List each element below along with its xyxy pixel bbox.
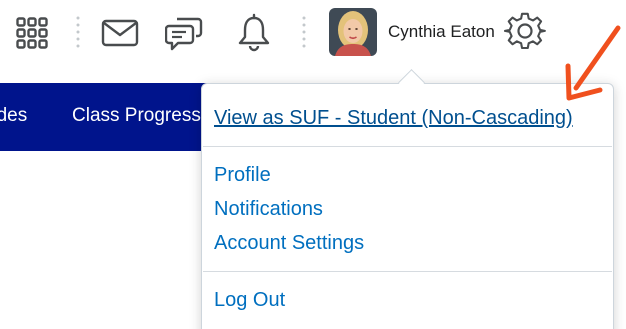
menu-divider xyxy=(203,146,612,147)
top-header: Cynthia Eaton xyxy=(0,0,626,70)
avatar[interactable] xyxy=(329,8,377,56)
notifications-link[interactable]: Notifications xyxy=(214,198,323,221)
view-as-link[interactable]: View as SUF - Student (Non-Cascading) xyxy=(214,107,573,130)
account-settings-link[interactable]: Account Settings xyxy=(214,232,364,255)
bell-icon[interactable] xyxy=(237,12,271,52)
menu-divider xyxy=(203,271,612,272)
course-navbar: ades Class Progress xyxy=(0,83,212,151)
user-dropdown-menu: View as SUF - Student (Non-Cascading) Pr… xyxy=(201,83,614,329)
nav-item-grades[interactable]: ades xyxy=(0,105,27,127)
annotation-arrow-icon xyxy=(560,22,624,104)
user-name[interactable]: Cynthia Eaton xyxy=(388,22,495,42)
chat-icon[interactable] xyxy=(165,15,203,51)
nav-item-class-progress[interactable]: Class Progress xyxy=(72,105,201,127)
logout-link[interactable]: Log Out xyxy=(214,289,285,312)
page: Cynthia Eaton ades Class Progress View a… xyxy=(0,0,626,329)
mail-icon[interactable] xyxy=(101,18,139,48)
header-separator xyxy=(302,15,306,51)
apps-grid-icon[interactable] xyxy=(16,17,48,49)
gear-icon[interactable] xyxy=(504,10,546,52)
header-separator xyxy=(76,15,80,51)
profile-link[interactable]: Profile xyxy=(214,164,271,187)
